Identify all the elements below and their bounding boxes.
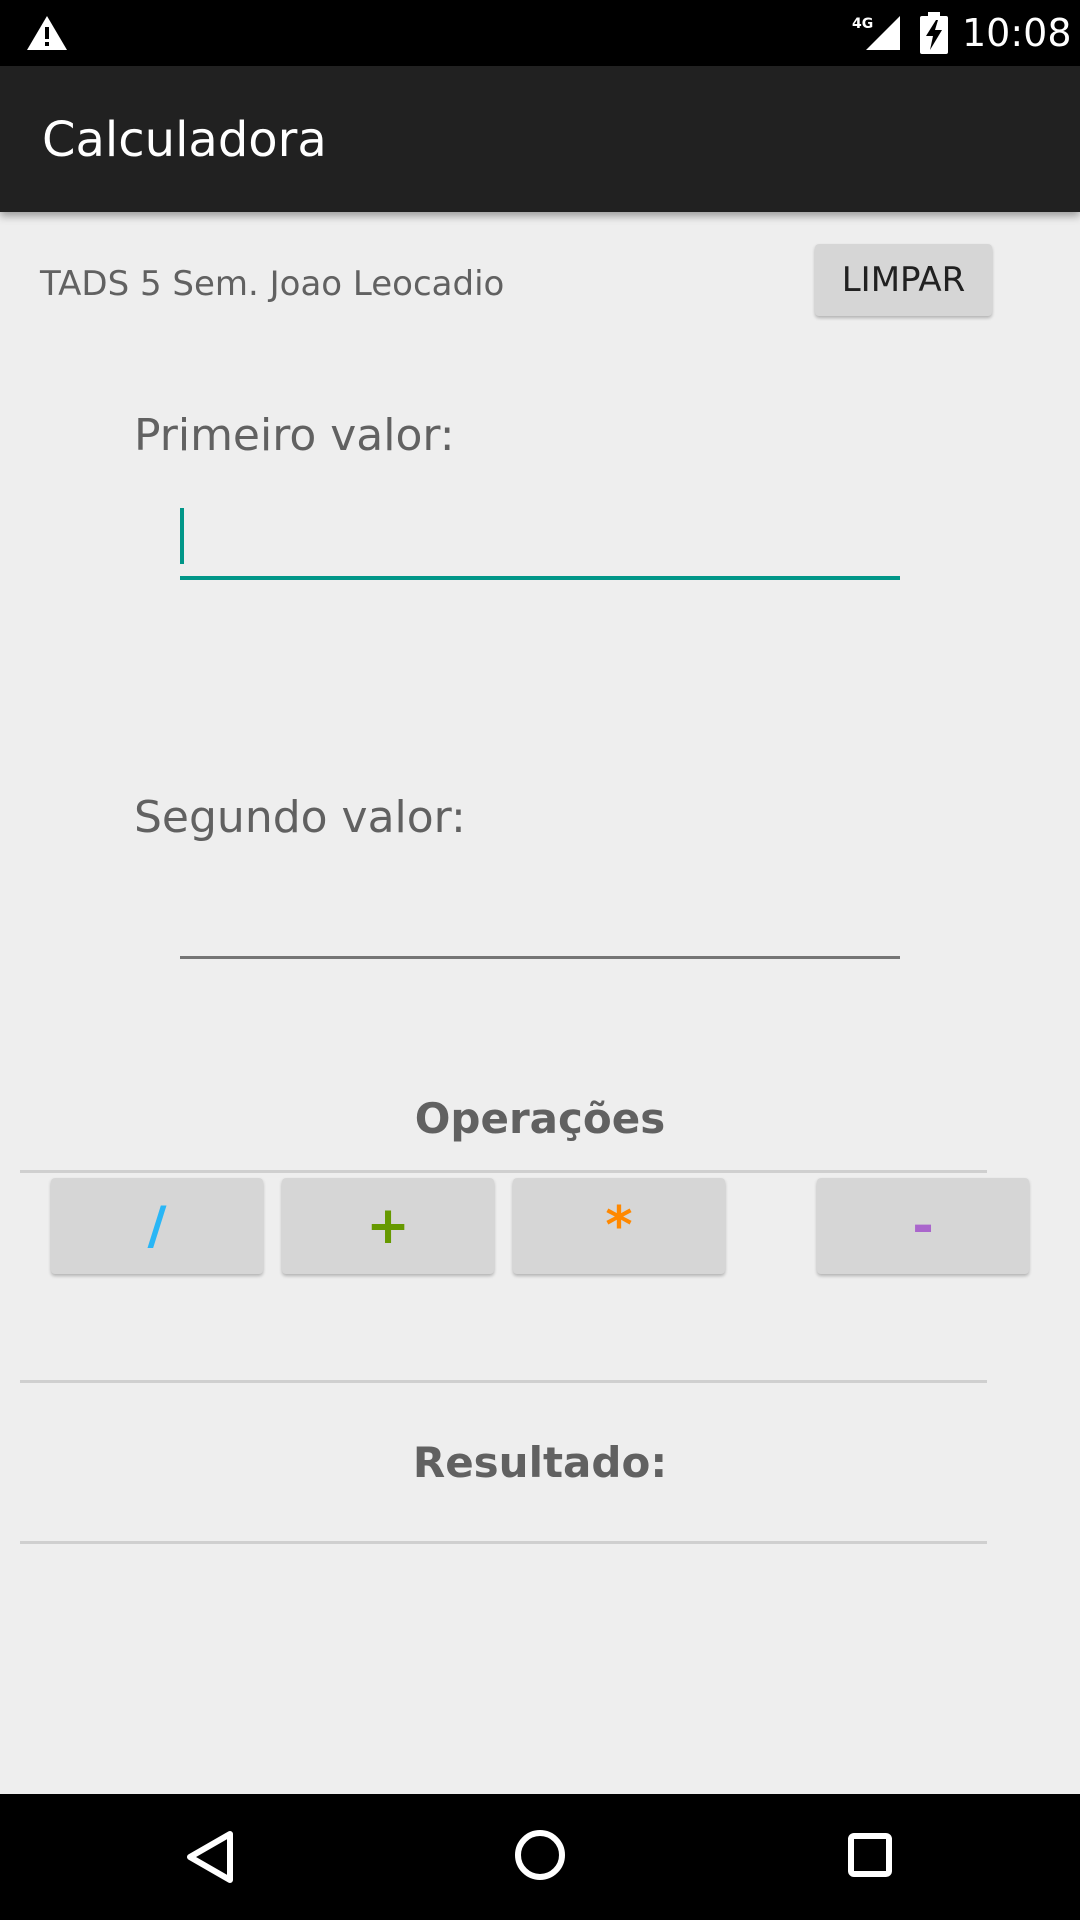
divider xyxy=(20,1380,987,1383)
calculator-screen: 4G 10:08 Calculadora TADS 5 Sem. Joao Le… xyxy=(0,0,1080,1920)
add-button[interactable]: + xyxy=(282,1178,494,1274)
subtract-label: - xyxy=(912,1196,934,1256)
warning-icon xyxy=(27,16,67,50)
operations-title: Operações xyxy=(414,1094,666,1143)
clear-button[interactable]: LIMPAR xyxy=(815,244,992,316)
cell-signal-icon: 4G xyxy=(852,16,900,50)
recents-icon[interactable] xyxy=(847,1832,893,1878)
status-bar: 4G 10:08 xyxy=(0,0,1080,66)
first-value-label: Primeiro valor: xyxy=(134,410,455,461)
result-title: Resultado: xyxy=(412,1438,668,1487)
multiply-button[interactable]: * xyxy=(513,1178,725,1274)
first-value-field[interactable] xyxy=(180,496,900,580)
second-value-label: Segundo valor: xyxy=(134,792,466,843)
subtract-button[interactable]: - xyxy=(817,1178,1029,1274)
divider xyxy=(20,1541,987,1544)
app-bar: Calculadora xyxy=(0,66,1080,212)
navigation-bar xyxy=(0,1794,1080,1920)
back-icon[interactable] xyxy=(184,1830,236,1884)
battery-charging-icon xyxy=(920,12,948,54)
multiply-label: * xyxy=(605,1196,633,1256)
app-title: Calculadora xyxy=(42,112,327,168)
add-label: + xyxy=(366,1196,410,1256)
divide-label: / xyxy=(147,1196,167,1256)
network-type-label: 4G xyxy=(852,16,873,32)
second-value-field[interactable] xyxy=(180,876,900,959)
text-caret xyxy=(180,508,184,564)
divide-button[interactable]: / xyxy=(51,1178,263,1274)
home-icon[interactable] xyxy=(513,1828,567,1882)
status-time: 10:08 xyxy=(962,11,1072,55)
divider xyxy=(20,1170,987,1173)
author-label: TADS 5 Sem. Joao Leocadio xyxy=(40,264,505,304)
